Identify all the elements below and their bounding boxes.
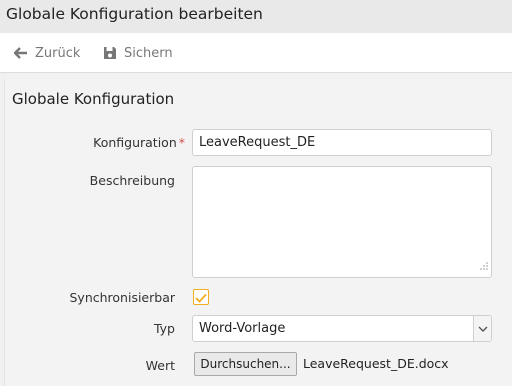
section-title: Globale Konfiguration — [12, 90, 175, 108]
typ-select[interactable]: Word-Vorlage — [192, 315, 492, 342]
resize-grip-icon[interactable] — [480, 255, 488, 274]
required-marker: * — [178, 135, 185, 150]
konfiguration-field[interactable]: LeaveRequest_DE — [192, 129, 492, 156]
typ-select-value: Word-Vorlage — [199, 321, 286, 336]
arrow-left-icon — [14, 47, 28, 59]
window-titlebar: Globale Konfiguration bearbeiten — [0, 0, 512, 33]
konfiguration-label-text: Konfiguration — [93, 135, 177, 150]
synchronisierbar-label: Synchronisierbar — [69, 290, 175, 305]
selected-filename: LeaveRequest_DE.docx — [303, 356, 449, 371]
konfiguration-label: Konfiguration * — [93, 135, 185, 150]
config-panel: Globale Konfiguration Konfiguration * Lea… — [4, 79, 512, 386]
back-button-label: Zurück — [35, 45, 81, 61]
toolbar: Zurück Sichern — [0, 33, 512, 73]
browse-button[interactable]: Durchsuchen... — [194, 352, 297, 376]
chevron-down-icon[interactable] — [473, 316, 491, 341]
save-button[interactable]: Sichern — [103, 44, 173, 62]
checkmark-icon — [195, 288, 207, 307]
beschreibung-textarea[interactable] — [192, 166, 492, 278]
window-title: Globale Konfiguration bearbeiten — [6, 5, 263, 23]
beschreibung-label: Beschreibung — [89, 173, 175, 188]
floppy-disk-icon — [103, 46, 117, 60]
wert-label: Wert — [145, 358, 175, 373]
save-button-label: Sichern — [124, 45, 173, 61]
synchronisierbar-checkbox[interactable] — [193, 289, 209, 305]
back-button[interactable]: Zurück — [14, 44, 80, 62]
typ-label: Typ — [153, 321, 175, 336]
